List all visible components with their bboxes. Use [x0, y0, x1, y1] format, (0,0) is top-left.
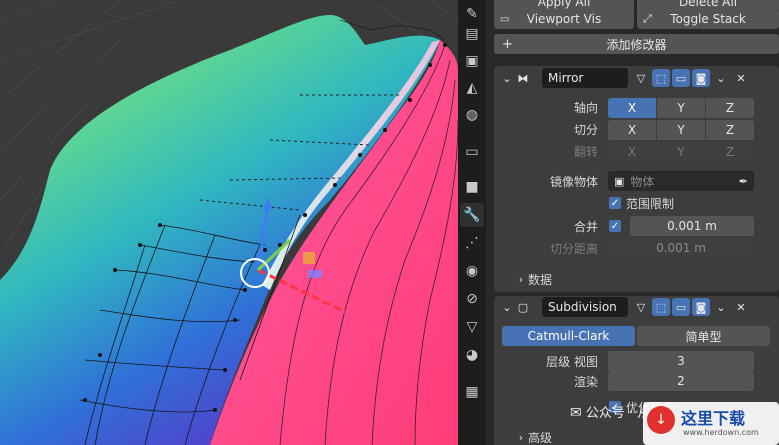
bisect-label: 切分	[573, 123, 598, 137]
particles-tab-icon[interactable]: ⋰	[460, 231, 484, 255]
bisect-x-toggle[interactable]: X	[608, 120, 656, 140]
mirror-name: Mirror	[548, 71, 584, 85]
site-logo-icon: ↓	[647, 406, 675, 434]
wechat-watermark: ✉ 公众号 · 从	[570, 402, 650, 421]
catmull-clark-button[interactable]: Catmull-Clark	[502, 326, 635, 346]
eyedropper-icon[interactable]: ✒	[739, 175, 748, 188]
merge-distance-value: 0.001 m	[667, 219, 717, 233]
subdivision-name-field[interactable]: Subdivision	[542, 297, 628, 317]
mirror-name-field[interactable]: Mirror	[542, 68, 628, 88]
mesh-render	[0, 0, 458, 445]
output-tab-icon[interactable]: ▣	[460, 49, 484, 73]
expand-arrows-icon: ⤢	[643, 12, 652, 25]
levels-viewport-label: 层级 视图	[546, 355, 598, 369]
axis-toggle-group: X Y Z	[608, 98, 754, 118]
flip-y-toggle[interactable]: Y	[657, 142, 705, 162]
simple-button[interactable]: 简单型	[637, 326, 770, 346]
axis-y-toggle[interactable]: Y	[657, 98, 705, 118]
properties-panel: Apply All Delete All ▭ Viewport Vis ⤢ To…	[486, 0, 779, 445]
render-tab-icon[interactable]: ▤	[460, 22, 484, 46]
mirror-object-placeholder: 物体	[630, 174, 655, 189]
merge-checkbox[interactable]: ✓	[609, 220, 621, 232]
flip-x-toggle[interactable]: X	[608, 142, 656, 162]
site-title: 这里下载	[681, 409, 746, 428]
world-tab-icon[interactable]: ▭	[460, 140, 484, 164]
dropdown-chevron-icon[interactable]: ⌄	[712, 69, 730, 87]
render-camera-icon[interactable]: ◙	[692, 69, 710, 87]
wechat-icon: ✉	[570, 405, 582, 421]
close-icon[interactable]: ✕	[732, 69, 750, 87]
render-levels-label: 渲染	[573, 375, 598, 389]
texture-tab-icon[interactable]: ▦	[460, 380, 484, 404]
monitor-icon: ▭	[500, 13, 510, 25]
site-watermark: ↓ 这里下载 www.herdown.com	[643, 402, 779, 445]
close-icon[interactable]: ✕	[732, 298, 750, 316]
merge-distance-field[interactable]: 0.001 m	[630, 216, 754, 236]
delete-all-label: Delete All	[678, 0, 738, 9]
clipping-label: 范围限制	[626, 197, 675, 211]
scene-tab-icon[interactable]: ◍	[460, 103, 484, 127]
on-cage-icon[interactable]: ⬚	[652, 298, 670, 316]
axis-z-toggle[interactable]: Z	[706, 98, 754, 118]
flip-z-toggle[interactable]: Z	[706, 142, 754, 162]
mirror-modifier-icon: ⧓	[517, 71, 529, 85]
site-url: www.herdown.com	[683, 428, 759, 437]
catmull-clark-label: Catmull-Clark	[527, 329, 610, 343]
edit-mode-icon[interactable]: ▽	[632, 298, 650, 316]
on-cage-icon[interactable]: ⬚	[652, 69, 670, 87]
clipping-checkbox[interactable]: ✓	[609, 197, 621, 209]
bisect-distance-label: 切分距离	[549, 242, 598, 256]
axis-label: 轴向	[573, 101, 598, 115]
data-tab-icon[interactable]: ▽	[460, 315, 484, 339]
advanced-section-label[interactable]: 高级	[528, 429, 552, 445]
object-icon: ▣	[614, 174, 625, 188]
render-camera-icon[interactable]: ◙	[692, 298, 710, 316]
subdivision-modifier-icon: ▢	[517, 300, 529, 314]
apply-all-label: Apply All	[537, 0, 591, 9]
physics-tab-icon[interactable]: ◉	[460, 259, 484, 283]
object-tab-icon[interactable]: ■	[460, 175, 484, 199]
mirror-object-label: 镜像物体	[549, 175, 598, 189]
modifier-tab-icon[interactable]: 🔧	[460, 203, 484, 227]
toggle-stack-button[interactable]: ⤢ Toggle Stack	[637, 9, 779, 29]
subdivision-name: Subdivision	[548, 300, 617, 314]
viewport-vis-label: Viewport Vis	[526, 12, 602, 26]
edit-mode-icon[interactable]: ▽	[632, 69, 650, 87]
bisect-y-toggle[interactable]: Y	[657, 120, 705, 140]
realtime-display-icon[interactable]: ▭	[672, 298, 690, 316]
data-section-label[interactable]: 数据	[528, 271, 552, 288]
bisect-toggle-group: X Y Z	[608, 120, 754, 140]
view-layer-tab-icon[interactable]: ◭	[460, 76, 484, 100]
constraints-tab-icon[interactable]: ⊘	[460, 287, 484, 311]
properties-tab-bar: ✎ ▤ ▣ ◭ ◍ ▭ ■ 🔧 ⋰ ◉ ⊘ ▽ ◕ ▦	[458, 0, 486, 445]
add-modifier-button[interactable]: + 添加修改器	[494, 34, 779, 54]
bisect-distance-value: 0.001 m	[656, 241, 706, 255]
bisect-distance-field[interactable]: 0.001 m	[608, 238, 754, 258]
axis-x-toggle[interactable]: X	[608, 98, 656, 118]
add-modifier-label: 添加修改器	[606, 37, 667, 52]
render-levels-field[interactable]: 2	[608, 371, 754, 391]
flip-label: 翻转	[573, 145, 598, 159]
simple-label: 简单型	[685, 329, 722, 344]
plus-icon: +	[502, 36, 513, 52]
mirror-object-field[interactable]: ▣ 物体 ✒	[608, 171, 754, 191]
merge-label: 合并	[573, 220, 598, 234]
levels-viewport-value: 3	[677, 354, 685, 368]
toggle-stack-label: Toggle Stack	[670, 12, 746, 26]
dropdown-chevron-icon[interactable]: ⌄	[712, 298, 730, 316]
realtime-display-icon[interactable]: ▭	[672, 69, 690, 87]
3d-viewport[interactable]	[0, 0, 458, 445]
material-tab-icon[interactable]: ◕	[460, 343, 484, 367]
watermark-text: 公众号 · 从	[585, 406, 651, 421]
viewport-vis-button[interactable]: ▭ Viewport Vis	[494, 9, 634, 29]
bisect-z-toggle[interactable]: Z	[706, 120, 754, 140]
levels-viewport-field[interactable]: 3	[608, 351, 754, 371]
flip-toggle-group: X Y Z	[608, 142, 754, 162]
render-levels-value: 2	[677, 374, 685, 388]
